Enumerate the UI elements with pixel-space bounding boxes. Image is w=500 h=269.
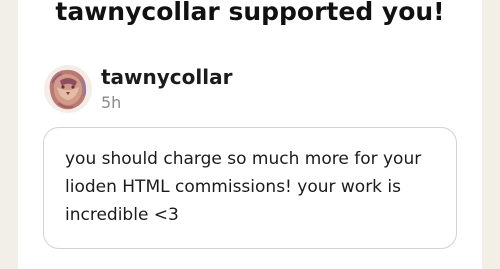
support-timestamp: 5h bbox=[101, 93, 122, 112]
support-message-text: you should charge so much more for your … bbox=[65, 149, 422, 225]
support-card: tawnycollar supported you! tawnycollar 5… bbox=[18, 0, 482, 269]
supporter-username[interactable]: tawnycollar bbox=[101, 64, 232, 90]
support-headline: tawnycollar supported you! bbox=[55, 0, 445, 26]
lion-avatar-icon[interactable] bbox=[44, 65, 92, 113]
support-message-box: you should charge so much more for your … bbox=[43, 127, 457, 249]
